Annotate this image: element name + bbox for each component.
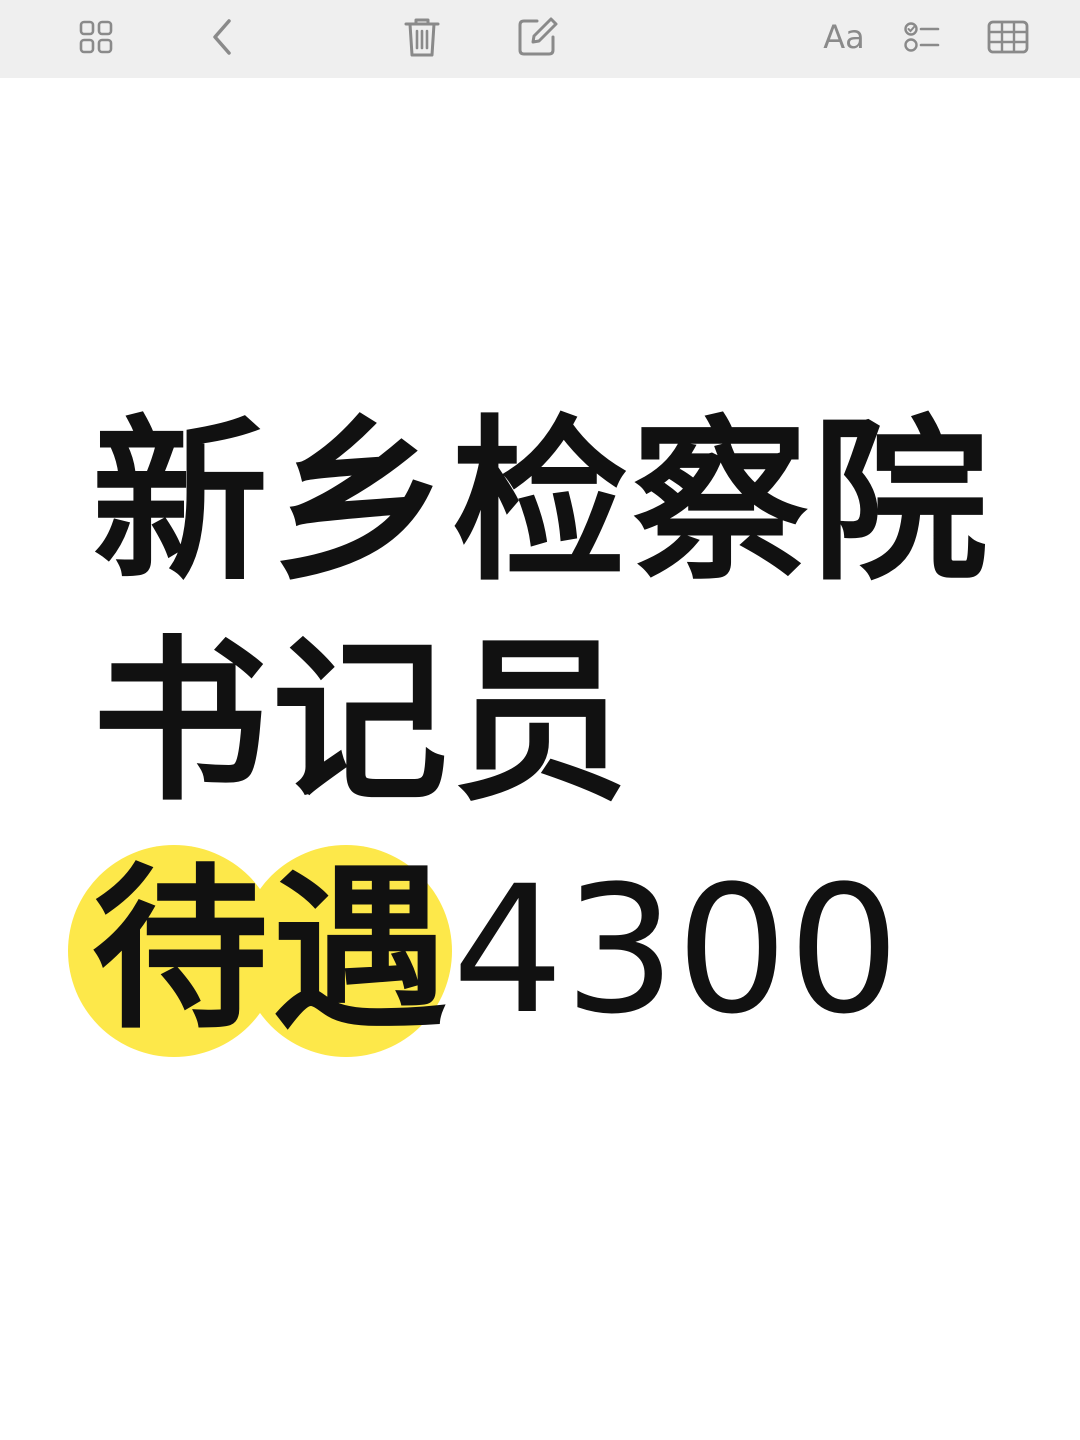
format-button[interactable]: Aa xyxy=(818,14,870,60)
back-button[interactable] xyxy=(204,14,240,60)
note-editor[interactable]: 新乡检察院 书记员 待遇 4300 xyxy=(0,78,1080,1440)
back-chevron-icon xyxy=(213,19,231,55)
salary-amount: 4300 xyxy=(452,848,900,1053)
compose-icon xyxy=(518,17,558,56)
note-line-position: 书记员 xyxy=(92,620,633,825)
table-button[interactable] xyxy=(986,14,1030,60)
checklist-button[interactable] xyxy=(902,14,942,60)
highlighted-text: 待遇 xyxy=(68,845,452,1057)
trash-icon xyxy=(404,18,440,57)
gallery-view-button[interactable] xyxy=(76,14,116,60)
delete-button[interactable] xyxy=(400,14,444,60)
checklist-icon xyxy=(904,22,940,52)
format-label: Aa xyxy=(823,18,865,56)
note-line-title: 新乡检察院 xyxy=(92,400,993,605)
compose-button[interactable] xyxy=(514,14,560,60)
grid-icon xyxy=(79,20,113,54)
note-line-salary: 待遇 4300 xyxy=(68,845,900,1057)
notes-toolbar: Aa xyxy=(0,0,1080,78)
salary-label: 待遇 xyxy=(92,848,453,1053)
table-icon xyxy=(987,20,1029,54)
